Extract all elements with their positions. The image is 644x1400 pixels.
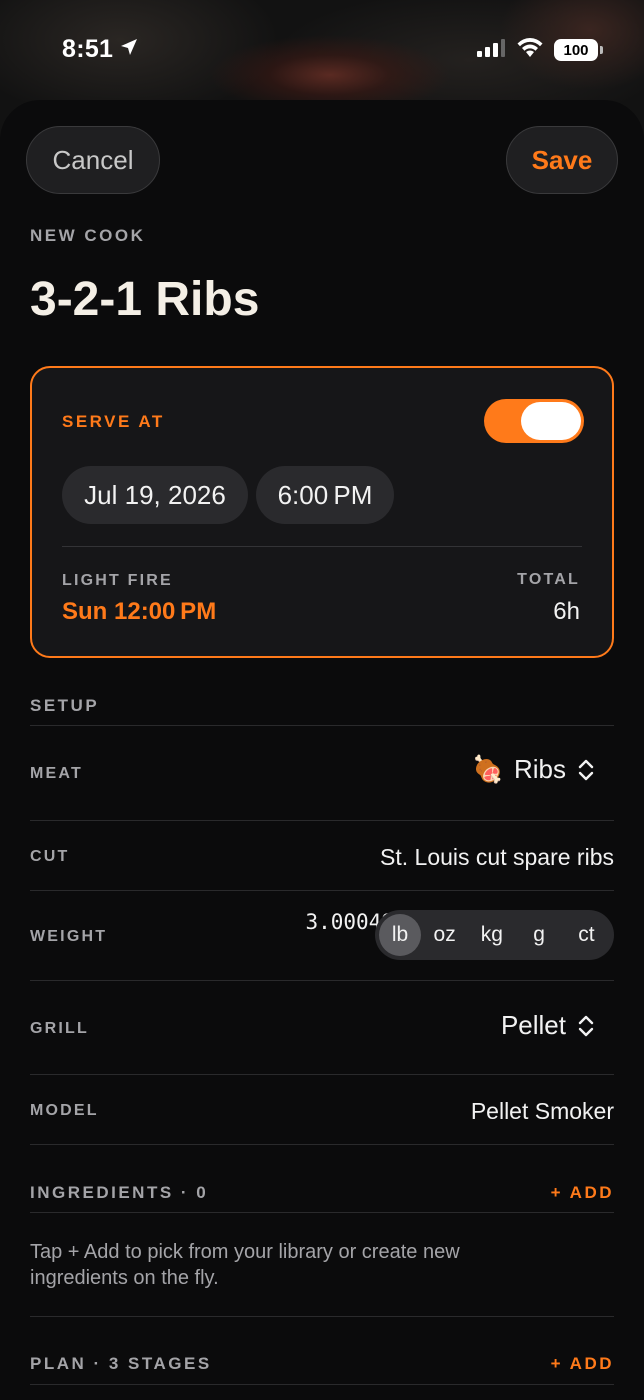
card-divider: [62, 546, 582, 547]
grill-value: Pellet: [500, 1010, 566, 1040]
add-ingredient-button[interactable]: + ADD: [551, 1183, 614, 1203]
cut-value[interactable]: St. Louis cut spare ribs: [380, 844, 614, 871]
battery-level: 100: [563, 41, 589, 59]
unit-option-kg[interactable]: kg: [468, 914, 515, 956]
divider: [30, 725, 614, 726]
light-fire-value: Sun 12:00 PM: [62, 598, 217, 625]
ingredients-helper-text: Tap + Add to pick from your library or c…: [30, 1241, 460, 1289]
add-stage-button[interactable]: + ADD: [551, 1354, 614, 1374]
model-value[interactable]: Pellet Smoker: [471, 1098, 614, 1125]
total-value: 6h: [553, 598, 580, 625]
meat-label: MEAT: [30, 765, 83, 782]
serve-at-label: SERVE AT: [62, 412, 165, 431]
unit-option-ct[interactable]: ct: [563, 914, 610, 956]
save-button[interactable]: Save: [506, 126, 618, 194]
page-title: 3-2-1 Ribs: [30, 273, 260, 326]
plan-section-label: PLAN · 3 STAGES: [30, 1354, 212, 1373]
unit-option-g[interactable]: g: [516, 914, 563, 956]
divider: [30, 1144, 614, 1145]
page-eyebrow: NEW COOK: [30, 226, 146, 245]
grill-label: GRILL: [30, 1020, 89, 1037]
ingredients-section-label: INGREDIENTS · 0: [30, 1183, 209, 1202]
battery-icon: 100: [554, 39, 603, 61]
serve-date-picker[interactable]: Jul 19, 2026: [62, 466, 248, 524]
cut-label: CUT: [30, 848, 70, 865]
model-label: MODEL: [30, 1102, 99, 1119]
serve-at-toggle[interactable]: [484, 399, 584, 443]
meat-picker[interactable]: 🍖 Ribs: [472, 754, 596, 785]
new-cook-sheet: Cancel Save NEW COOK 3-2-1 Ribs SERVE AT…: [0, 100, 644, 1400]
divider: [30, 1212, 614, 1213]
setup-section-label: SETUP: [30, 696, 100, 715]
cellular-signal-icon: [476, 38, 506, 63]
divider: [30, 1074, 614, 1075]
divider: [30, 980, 614, 981]
status-time: 8:51: [62, 34, 114, 63]
meat-icon: 🍖: [471, 754, 504, 784]
toggle-knob: [521, 402, 581, 440]
unit-option-lb[interactable]: lb: [379, 914, 421, 956]
total-label: TOTAL: [517, 571, 580, 588]
status-bar: 8:51 100: [0, 0, 644, 100]
meat-value: Ribs: [513, 754, 566, 784]
location-arrow-icon: [119, 37, 139, 62]
divider: [30, 1384, 614, 1385]
wifi-icon: [516, 37, 544, 63]
chevron-up-down-icon: [576, 758, 596, 782]
serve-at-card: SERVE AT Jul 19, 2026 6:00 PM LIGHT FIRE…: [30, 366, 614, 658]
grill-picker[interactable]: Pellet: [501, 1010, 596, 1041]
divider: [30, 890, 614, 891]
light-fire-label: LIGHT FIRE: [62, 572, 173, 589]
divider: [30, 820, 614, 821]
weight-unit-selector[interactable]: lb oz kg g ct: [375, 910, 614, 960]
weight-label: WEIGHT: [30, 928, 108, 945]
cancel-button[interactable]: Cancel: [26, 126, 160, 194]
chevron-up-down-icon: [576, 1014, 596, 1038]
unit-option-oz[interactable]: oz: [421, 914, 468, 956]
divider: [30, 1316, 614, 1317]
serve-time-picker[interactable]: 6:00 PM: [256, 466, 394, 524]
